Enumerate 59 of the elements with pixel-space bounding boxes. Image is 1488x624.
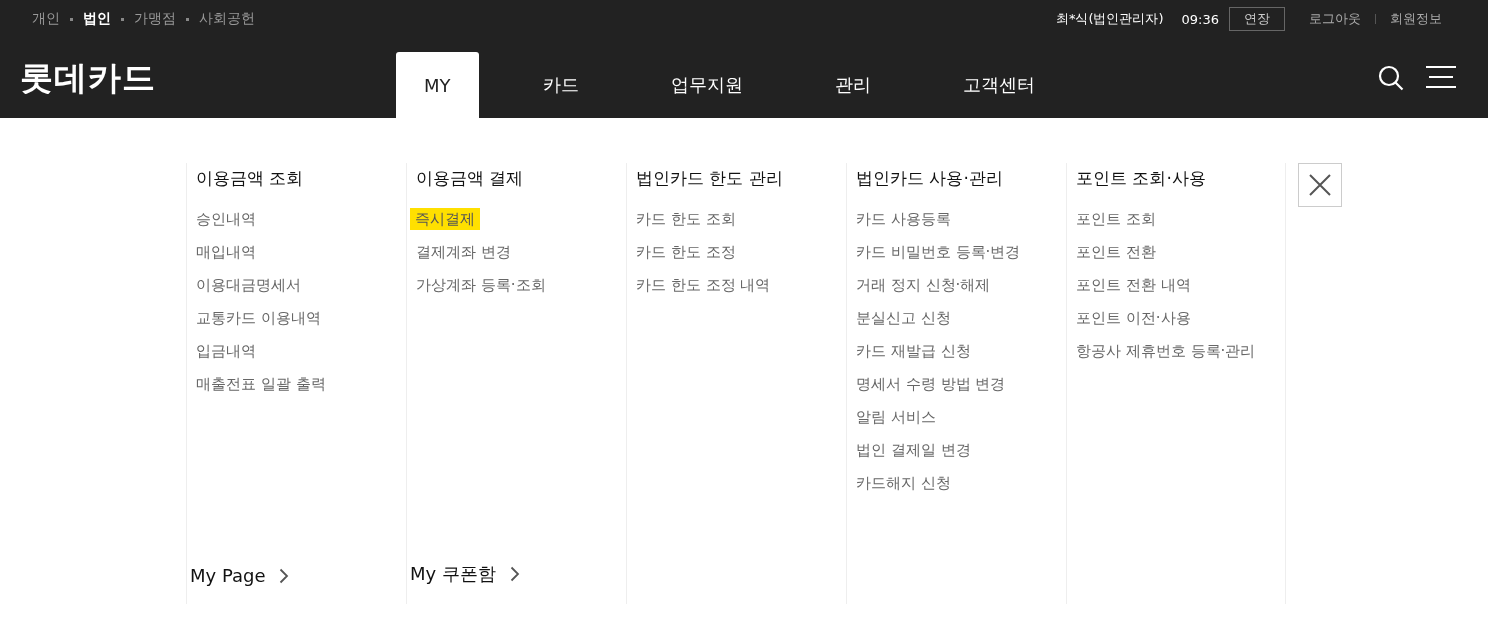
menu-item[interactable]: 이용대금명세서 [195,274,304,296]
site-link[interactable]: 가맹점 [134,10,176,28]
menu-item[interactable]: 매출전표 일괄 출력 [195,373,329,395]
menu-item[interactable]: 승인내역 [195,208,259,230]
menu-item[interactable]: 포인트 이전·사용 [1075,307,1194,329]
footer-link-label: My Page [190,565,266,586]
menu-item[interactable]: 포인트 전환 [1075,241,1159,263]
extend-button[interactable]: 연장 [1229,7,1285,31]
menu-heading: 이용금액 조회 [196,167,305,190]
search-icon[interactable] [1378,65,1404,91]
bullet-icon [121,17,124,21]
chevron-icon [279,567,290,584]
menu-item[interactable]: 거래 정지 신청·해제 [855,274,994,296]
user-name: 최*식(법인관리자) [1055,10,1164,28]
menu-item[interactable]: 법인 결제일 변경 [855,439,974,461]
footer-link-label: My 쿠폰함 [410,562,496,586]
bullet-icon [70,17,73,21]
header-link[interactable]: 회원정보 [1390,10,1442,28]
nav-tab[interactable]: MY [396,52,479,118]
site-link[interactable]: 사회공헌 [199,10,255,28]
chevron-icon [509,566,520,582]
menu-item[interactable]: 교통카드 이용내역 [195,307,324,329]
menu-heading: 포인트 조회·사용 [1076,167,1207,190]
session-timer: 09:36 [1181,11,1219,27]
nav-tab[interactable]: 업무지원 [642,52,771,118]
menu-item[interactable]: 항공사 제휴번호 등록·관리 [1075,340,1259,362]
menu-item[interactable]: 매입내역 [195,241,259,263]
menu-heading: 법인카드 한도 관리 [636,167,784,190]
header-link[interactable]: 로그아웃 [1309,10,1361,28]
logo[interactable]: 롯데카드 [20,55,396,101]
menu-item[interactable]: 알림 서비스 [855,406,939,428]
close-icon [1309,174,1331,196]
close-button[interactable] [1298,163,1342,207]
nav-tab[interactable]: 카드 [514,52,607,118]
bullet-icon [186,17,189,21]
menu-icon[interactable] [1426,65,1456,89]
footer-link[interactable]: My Page [190,565,406,586]
menu-item[interactable]: 카드 한도 조회 [635,208,739,230]
menu-item[interactable]: 즉시결제 [410,208,480,230]
menu-item[interactable]: 카드 재발급 신청 [855,340,974,362]
menu-item[interactable]: 카드 사용등록 [855,208,954,230]
site-link[interactable]: 법인 [83,10,111,28]
footer-link[interactable]: My 쿠폰함 [410,562,626,586]
menu-item[interactable]: 결제계좌 변경 [415,241,514,263]
menu-heading: 이용금액 결제 [416,167,525,190]
nav-tab[interactable]: 고객센터 [934,52,1063,118]
site-link[interactable]: 개인 [32,10,60,28]
menu-item[interactable]: 분실신고 신청 [855,307,954,329]
menu-item[interactable]: 가상계좌 등록·조회 [415,274,549,296]
menu-item[interactable]: 카드해지 신청 [855,472,954,494]
menu-item[interactable]: 카드 한도 조정 내역 [635,274,774,296]
menu-item[interactable]: 카드 한도 조정 [635,241,739,263]
menu-item[interactable]: 입금내역 [195,340,259,362]
menu-item[interactable]: 포인트 조회 [1075,208,1159,230]
nav-tab[interactable]: 관리 [806,52,899,118]
menu-item[interactable]: 명세서 수령 방법 변경 [855,373,1009,395]
menu-item[interactable]: 카드 비밀번호 등록·변경 [855,241,1024,263]
menu-item[interactable]: 포인트 전환 내역 [1075,274,1194,296]
menu-heading: 법인카드 사용·관리 [856,167,1004,190]
